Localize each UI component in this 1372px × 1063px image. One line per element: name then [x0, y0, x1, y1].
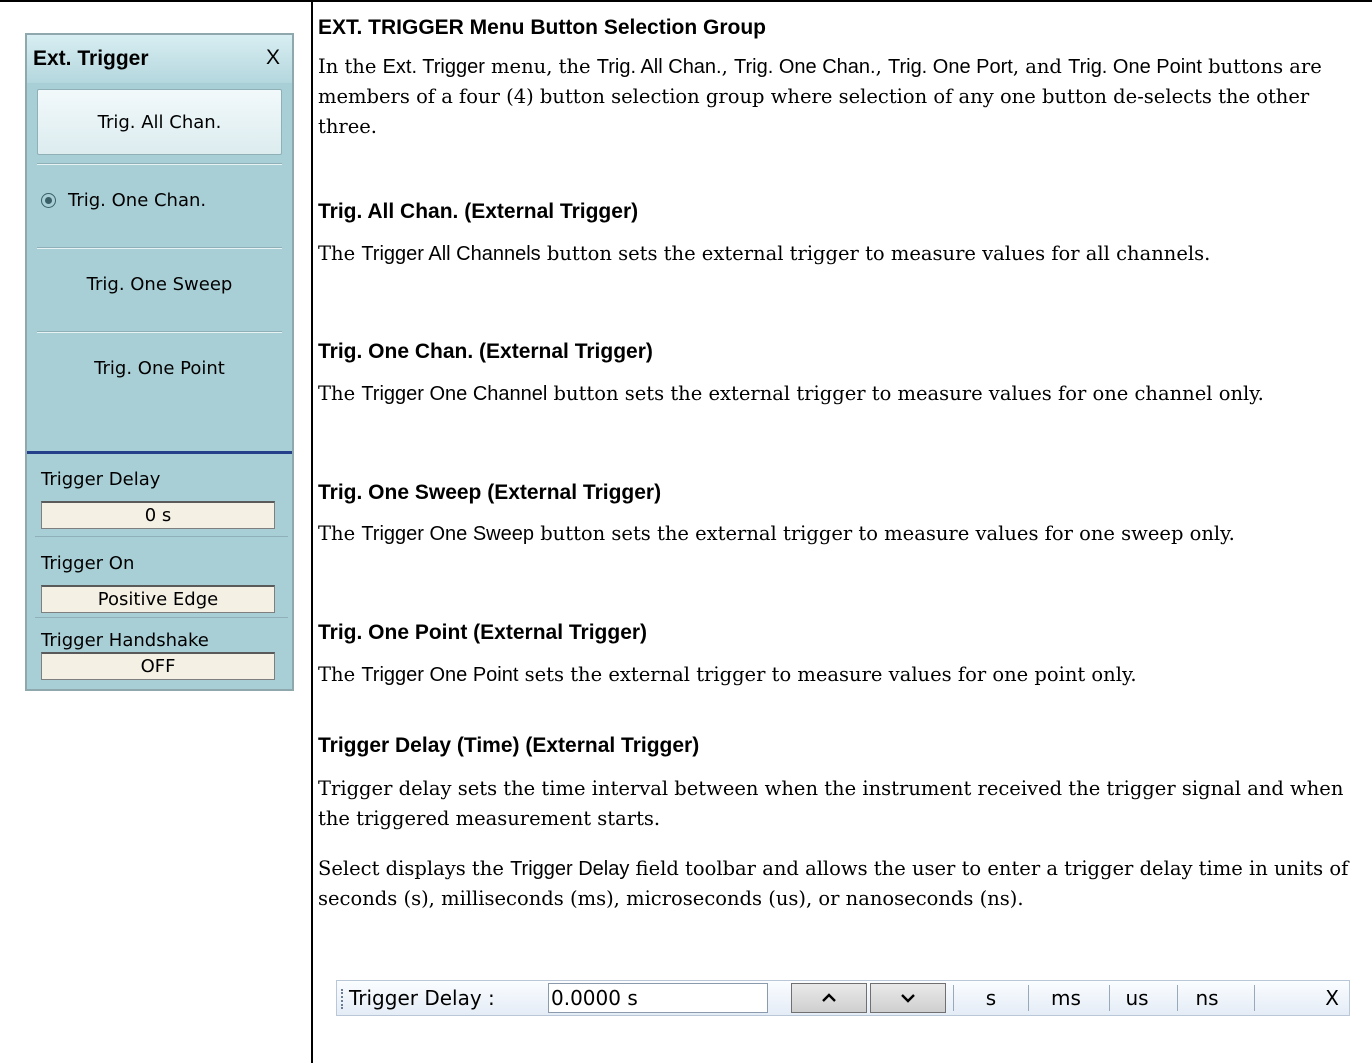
trigger-delay-toolbar: Trigger Delay : 0.0000 s s ms us ns X: [336, 980, 1350, 1016]
button-label: Trig. One Point: [94, 357, 225, 379]
unit-s-button[interactable]: s: [954, 986, 1028, 1010]
trigger-handshake-label: Trigger Handshake: [41, 630, 209, 651]
separator: [35, 536, 288, 537]
section-paragraph: The Trigger All Channels button sets the…: [318, 242, 1211, 265]
trig-all-chan-button[interactable]: Trig. All Chan.: [37, 89, 282, 155]
section-heading: Trig. One Sweep (External Trigger): [318, 481, 662, 504]
trig-one-chan-button[interactable]: Trig. One Chan.: [37, 159, 282, 241]
unit-ms-button[interactable]: ms: [1029, 986, 1103, 1010]
section-rule: [27, 451, 292, 454]
top-rule: [0, 0, 1372, 2]
trigger-delay-input[interactable]: 0.0000 s: [548, 983, 768, 1013]
toolbar-close-button[interactable]: X: [1325, 986, 1339, 1010]
section-heading: Trigger Delay (Time) (External Trigger): [318, 734, 700, 757]
section-paragraph: In the Ext. Trigger menu, the Trig. All …: [318, 55, 1322, 138]
section-heading: EXT. TRIGGER Menu Button Selection Group: [318, 16, 767, 39]
section-paragraph: Select displays the Trigger Delay field …: [318, 857, 1349, 910]
button-label: Trig. One Chan.: [68, 189, 207, 211]
section-heading: Trig. One Chan. (External Trigger): [318, 340, 653, 363]
section-heading: Trig. All Chan. (External Trigger): [318, 200, 639, 223]
chevron-down-icon: [901, 994, 915, 1003]
separator: [35, 617, 288, 618]
decrement-button[interactable]: [870, 983, 946, 1013]
trigger-on-label: Trigger On: [41, 553, 135, 574]
trig-one-point-button[interactable]: Trig. One Point: [37, 327, 282, 409]
section-paragraph: The Trigger One Channel button sets the …: [318, 382, 1264, 405]
unit-us-button[interactable]: us: [1100, 986, 1174, 1010]
panel-header: Ext. Trigger X: [27, 35, 292, 83]
button-label: Trig. All Chan.: [97, 111, 222, 133]
chevron-up-icon: [822, 993, 836, 1002]
section-paragraph: The Trigger One Point sets the external …: [318, 663, 1137, 686]
trig-one-sweep-button[interactable]: Trig. One Sweep: [37, 243, 282, 325]
trigger-on-field[interactable]: Positive Edge: [41, 585, 275, 613]
increment-button[interactable]: [791, 983, 867, 1013]
panel-title: Ext. Trigger: [33, 47, 149, 70]
trigger-delay-label: Trigger Delay: [41, 469, 161, 490]
trigger-handshake-field[interactable]: OFF: [41, 652, 275, 680]
toolbar-label: Trigger Delay :: [349, 986, 495, 1010]
trigger-delay-field[interactable]: 0 s: [41, 501, 275, 529]
unit-ns-button[interactable]: ns: [1170, 986, 1244, 1010]
section-heading: Trig. One Point (External Trigger): [318, 621, 648, 644]
column-divider: [311, 0, 313, 1063]
section-paragraph: Trigger delay sets the time interval bet…: [318, 777, 1344, 830]
close-button[interactable]: X: [266, 46, 280, 70]
toolbar-separator: [1254, 985, 1255, 1011]
section-paragraph: The Trigger One Sweep button sets the ex…: [318, 522, 1235, 545]
grip-handle-icon[interactable]: [341, 989, 345, 1009]
radio-selected-icon: [41, 192, 56, 208]
button-label: Trig. One Sweep: [86, 273, 233, 295]
ext-trigger-menu-panel: Ext. Trigger X Trig. All Chan. Trig. One…: [25, 33, 294, 691]
